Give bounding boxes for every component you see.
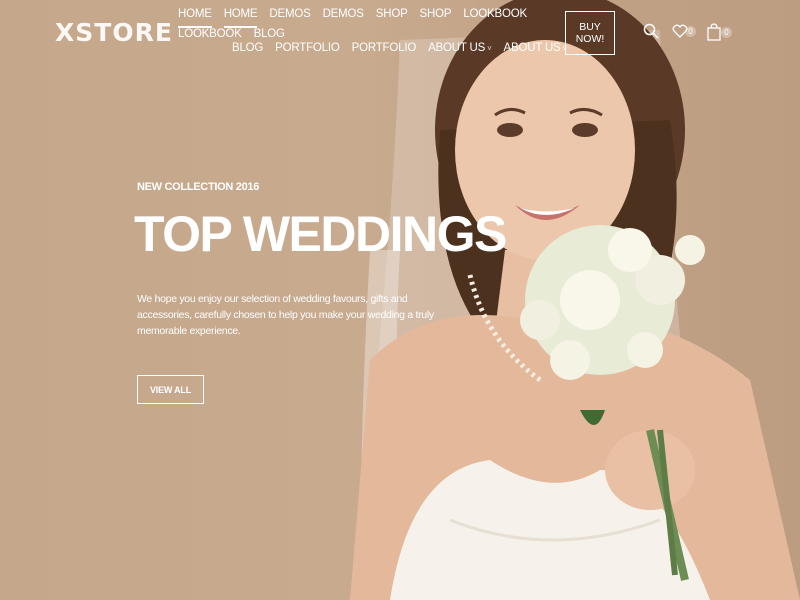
hero-title: TOP WEDDINGS (134, 206, 507, 262)
cart-count-badge: 0 (721, 27, 732, 38)
shopping-bag-icon (707, 23, 721, 41)
view-all-button[interactable]: VIEW ALL (137, 375, 204, 404)
nav-item-portfolio[interactable]: PORTFOLIO (352, 42, 417, 62)
buy-now-button[interactable]: BUY NOW! (565, 11, 615, 55)
nav-item-home[interactable]: HOME (223, 8, 258, 28)
logo[interactable]: XSTORE (55, 18, 173, 47)
cart-button[interactable]: 0 (707, 23, 732, 46)
chevron-down-icon: ˅ (487, 44, 492, 53)
nav-item-about-us[interactable]: ABOUT US ˅ (428, 42, 492, 62)
nav-item-demos[interactable]: DEMOS (323, 8, 364, 28)
nav-item-demos[interactable]: DEMOS (269, 8, 310, 28)
site-header: XSTORE HOME HOME DEMOS DEMOS SHOP SHOP LOOKBOO… (0, 0, 800, 70)
wishlist-count-badge: 0 (685, 26, 696, 37)
wishlist-button[interactable]: 0 (672, 23, 696, 44)
nav-item-lookbook[interactable]: LOOKBOOK (463, 8, 527, 28)
nav-item-home[interactable]: HOME (178, 8, 212, 28)
search-icon[interactable] (643, 23, 659, 44)
main-nav-row2: BLOG PORTFOLIO PORTFOLIO ABOUT US ˅ ABOUT US ˅ (226, 42, 606, 62)
hero-description: We hope you enjoy our selection of weddi… (137, 293, 434, 337)
nav-item-portfolio[interactable]: PORTFOLIO (275, 42, 340, 62)
nav-item-shop[interactable]: SHOP (376, 8, 408, 28)
nav-item-shop[interactable]: SHOP (420, 8, 452, 28)
nav-item-about-us[interactable]: ABOUT US ˅ (504, 42, 568, 62)
nav-item-blog[interactable]: BLOG (232, 42, 263, 62)
hero-eyebrow: NEW COLLECTION 2016 (137, 181, 260, 193)
